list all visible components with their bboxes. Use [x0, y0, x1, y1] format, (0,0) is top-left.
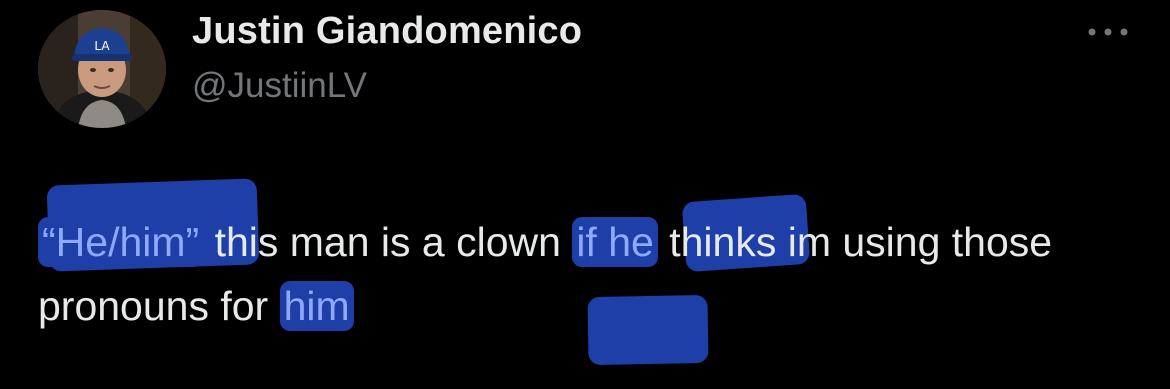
tweet-text-segment: this man is a clown	[203, 219, 573, 265]
tweet-text-highlight: if he	[572, 217, 658, 267]
tweet-text-highlight: “He/him”	[38, 217, 204, 267]
user-photo: LA	[38, 10, 166, 128]
svg-text:LA: LA	[94, 39, 110, 53]
tweet-card: LA Justin Giandomenico @JustiinLV “He/hi…	[0, 0, 1170, 389]
tweet-text: “He/him” this man is a clown if he think…	[38, 210, 1138, 338]
tweet-text-highlight: him	[279, 281, 354, 331]
more-horizontal-icon[interactable]	[1084, 22, 1132, 42]
display-name[interactable]: Justin Giandomenico	[192, 10, 582, 53]
user-handle[interactable]: @JustiinLV	[192, 66, 367, 106]
avatar[interactable]: LA	[38, 10, 166, 128]
